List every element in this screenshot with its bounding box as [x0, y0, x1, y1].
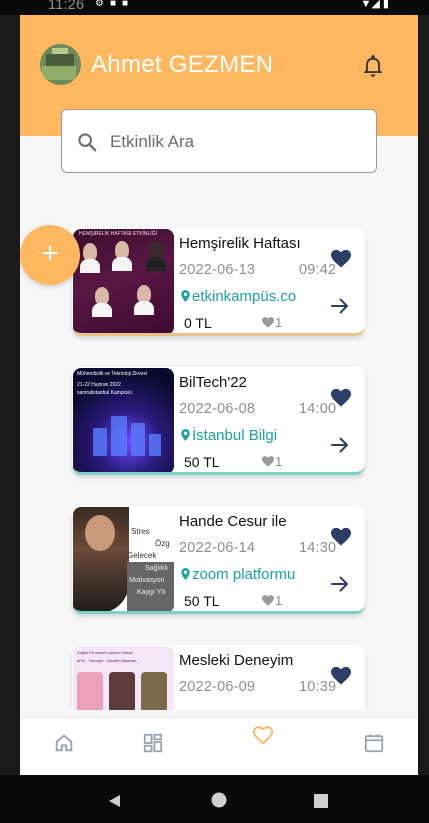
event-likes: 1 — [261, 454, 282, 469]
favorite-heart-icon[interactable] — [330, 665, 352, 685]
thumbnail-date-tag: 21-22 Haziran 2022 — [77, 382, 121, 388]
location-pin-icon — [181, 290, 190, 302]
event-likes: 1 — [261, 593, 282, 608]
event-card[interactable]: HEMŞİRELİK HAFTASI ETKİNLİĞİ Hemşirelik … — [72, 228, 365, 336]
event-likes-count: 1 — [275, 454, 283, 469]
event-date: 2022-06-09 — [179, 679, 256, 695]
recents-icon[interactable] — [313, 793, 329, 809]
event-title: BilTech'22 — [179, 374, 247, 391]
thumbnail-text: Motivasyon — [129, 577, 165, 584]
thumbnail-text: Gelecek — [127, 551, 157, 560]
home-icon[interactable] — [53, 732, 75, 754]
event-thumbnail: Stres Özg Gelecek Sağlıklı Motivasyon Ka… — [73, 507, 174, 611]
thumbnail-text: Stres — [131, 527, 150, 536]
avatar[interactable] — [40, 44, 81, 85]
event-title: Mesleki Deneyim — [179, 652, 294, 669]
heart-outline-icon[interactable] — [252, 724, 274, 746]
event-location-text: İstanbul Bilgi — [192, 427, 278, 444]
event-location: zoom platformu — [181, 566, 331, 583]
status-bar: 11:26 ⚙■■ ▼◢ ▮ — [0, 0, 429, 15]
event-likes-count: 1 — [275, 593, 283, 608]
favorite-heart-icon[interactable] — [330, 248, 352, 268]
search-box[interactable] — [61, 109, 377, 173]
event-price: 50 TL — [184, 454, 220, 470]
arrow-right-icon[interactable] — [331, 576, 349, 592]
thumbnail-title: Sağlık Personeli Lisansı Olarak — [77, 650, 133, 655]
event-location: etkinkampüs.co — [181, 288, 331, 305]
username: Ahmet GEZMEN — [91, 51, 274, 78]
event-card[interactable]: Mühendislik ve Teknoloji Zirvesi 21-22 H… — [72, 367, 365, 475]
status-time: 11:26 — [48, 0, 85, 13]
event-price: 0 TL — [184, 315, 212, 331]
dashboard-icon[interactable] — [142, 732, 164, 754]
thumbnail-text: Sağlıklı — [145, 565, 168, 572]
event-location-text: etkinkampüs.co — [192, 288, 297, 305]
arrow-right-icon[interactable] — [331, 437, 349, 453]
like-heart-icon — [262, 456, 274, 467]
status-icons: ⚙■■ — [95, 0, 135, 9]
back-icon[interactable] — [107, 793, 123, 809]
favorite-heart-icon[interactable] — [330, 526, 352, 546]
bottom-navigation — [20, 717, 418, 775]
event-date: 2022-06-08 — [179, 401, 256, 417]
event-card[interactable]: Stres Özg Gelecek Sağlıklı Motivasyon Ka… — [72, 506, 365, 614]
thumbnail-text: Özg — [155, 539, 170, 548]
like-heart-icon — [262, 317, 274, 328]
location-pin-icon — [181, 568, 190, 580]
home-button-icon[interactable] — [211, 792, 227, 808]
location-pin-icon — [181, 429, 190, 441]
event-date: 2022-06-13 — [179, 262, 256, 278]
event-list[interactable]: HEMŞİRELİK HAFTASI ETKİNLİĞİ Hemşirelik … — [20, 215, 418, 710]
status-signal-icons: ▼◢ ▮ — [360, 0, 389, 10]
phone-frame: 11:26 ⚙■■ ▼◢ ▮ Ahmet GEZMEN HEMŞİ — [0, 0, 429, 823]
search-input[interactable] — [110, 122, 360, 162]
search-icon — [78, 133, 97, 152]
bell-icon[interactable] — [360, 53, 386, 79]
event-thumbnail: HEMŞİRELİK HAFTASI ETKİNLİĞİ — [73, 229, 174, 333]
event-likes: 1 — [261, 315, 282, 330]
thumbnail-subtitle: aPel - Yazvaye - Dezelin Aktavası — [77, 658, 137, 663]
system-navigation-bar — [0, 775, 429, 823]
arrow-right-icon[interactable] — [331, 298, 349, 314]
event-location-text: zoom platformu — [192, 566, 296, 583]
thumbnail-title: HEMŞİRELİK HAFTASI ETKİNLİĞİ — [79, 231, 157, 237]
favorite-heart-icon[interactable] — [330, 387, 352, 407]
thumbnail-title: Mühendislik ve Teknoloji Zirvesi — [77, 371, 147, 377]
event-date: 2022-06-14 — [179, 540, 256, 556]
event-price: 50 TL — [184, 593, 220, 609]
calendar-icon[interactable] — [363, 732, 385, 754]
event-card[interactable]: Sağlık Personeli Lisansı Olarak aPel - Y… — [72, 645, 365, 710]
thumbnail-text: Kaygı Yö — [137, 589, 166, 596]
event-title: Hemşirelik Haftası — [179, 235, 301, 252]
event-thumbnail: Sağlık Personeli Lisansı Olarak aPel - Y… — [73, 646, 174, 710]
event-title: Hande Cesur ile — [179, 513, 287, 530]
event-thumbnail: Mühendislik ve Teknoloji Zirvesi 21-22 H… — [73, 368, 174, 472]
thumbnail-venue: santralistanbul Kampüsü — [77, 390, 132, 396]
event-likes-count: 1 — [275, 315, 283, 330]
add-event-button[interactable]: + — [20, 225, 80, 285]
app-screen: Ahmet GEZMEN HEMŞİRELİK HAFTASI ETKİNLİĞ… — [20, 15, 418, 775]
event-location: İstanbul Bilgi — [181, 427, 331, 444]
like-heart-icon — [262, 595, 274, 606]
